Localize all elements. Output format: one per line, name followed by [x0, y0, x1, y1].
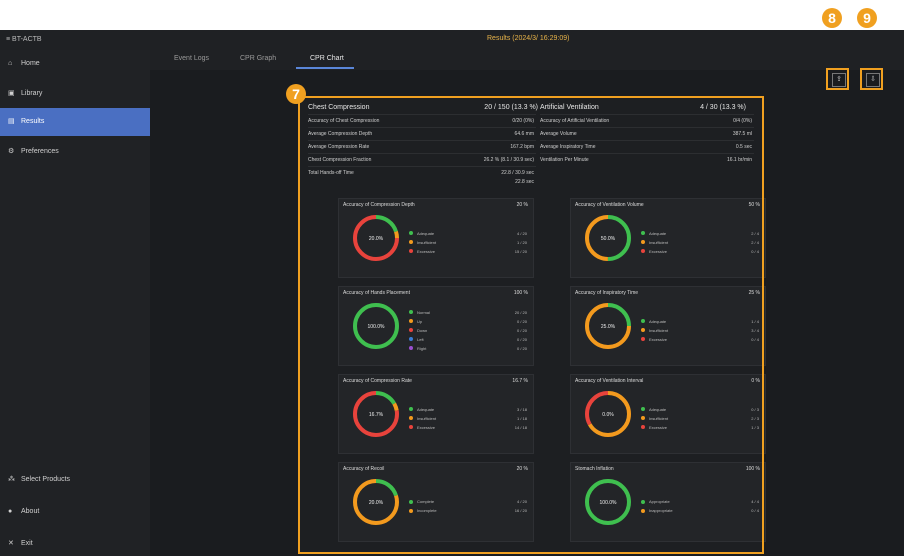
sidebar-item-label: Select Products	[21, 476, 71, 483]
active-tab-indicator	[296, 67, 354, 69]
tab-cpr-graph[interactable]: CPR Graph	[240, 55, 276, 62]
sidebar-item-label: About	[21, 508, 40, 515]
tab-event-logs[interactable]: Event Logs	[174, 55, 209, 62]
app-name: BT-ACTB	[12, 36, 42, 43]
sidebar-item-home[interactable]: ⌂ Home	[0, 50, 150, 78]
gear-icon: ⚙	[8, 148, 15, 155]
sidebar-item-preferences[interactable]: ⚙ Preferences	[0, 138, 150, 166]
annotation-8: 8	[822, 8, 842, 28]
results-title: Results (2024/3/ 16:29:09)	[487, 35, 570, 42]
sidebar-item-label: Library	[21, 90, 43, 97]
tab-cpr-chart[interactable]: CPR Chart	[310, 55, 344, 62]
sidebar-item-label: Home	[21, 60, 40, 67]
close-icon: ✕	[8, 540, 14, 547]
title-bar: ≡ BT-ACTB Results (2024/3/ 16:29:09)	[0, 30, 904, 50]
highlight-8	[826, 68, 849, 90]
results-icon: ▤	[8, 118, 15, 125]
sidebar-item-label: Preferences	[21, 148, 59, 155]
annotation-9: 9	[857, 8, 877, 28]
info-icon: ●	[8, 508, 13, 515]
annotation-7: 7	[286, 84, 306, 104]
highlight-7	[298, 96, 764, 554]
sidebar-item-label: Exit	[21, 540, 33, 547]
sidebar-item-results[interactable]: ▤ Results	[0, 108, 150, 136]
products-icon: ⁂	[8, 476, 15, 483]
tab-bar: Event Logs CPR Graph CPR Chart	[150, 50, 904, 70]
sidebar-item-exit[interactable]: ✕ Exit	[0, 530, 150, 558]
sidebar-item-label: Results	[21, 118, 45, 125]
library-icon: ▣	[8, 90, 15, 97]
sidebar-item-select-products[interactable]: ⁂ Select Products	[0, 466, 150, 494]
highlight-9	[860, 68, 883, 90]
sidebar-item-about[interactable]: ● About	[0, 498, 150, 526]
sidebar-item-library[interactable]: ▣ Library	[0, 80, 150, 108]
home-icon: ⌂	[8, 60, 13, 67]
app-title: ≡ BT-ACTB	[6, 36, 42, 43]
sidebar: ⌂ Home ▣ Library ▤ Results ⚙ Preferences ⁂ Se…	[0, 50, 150, 556]
